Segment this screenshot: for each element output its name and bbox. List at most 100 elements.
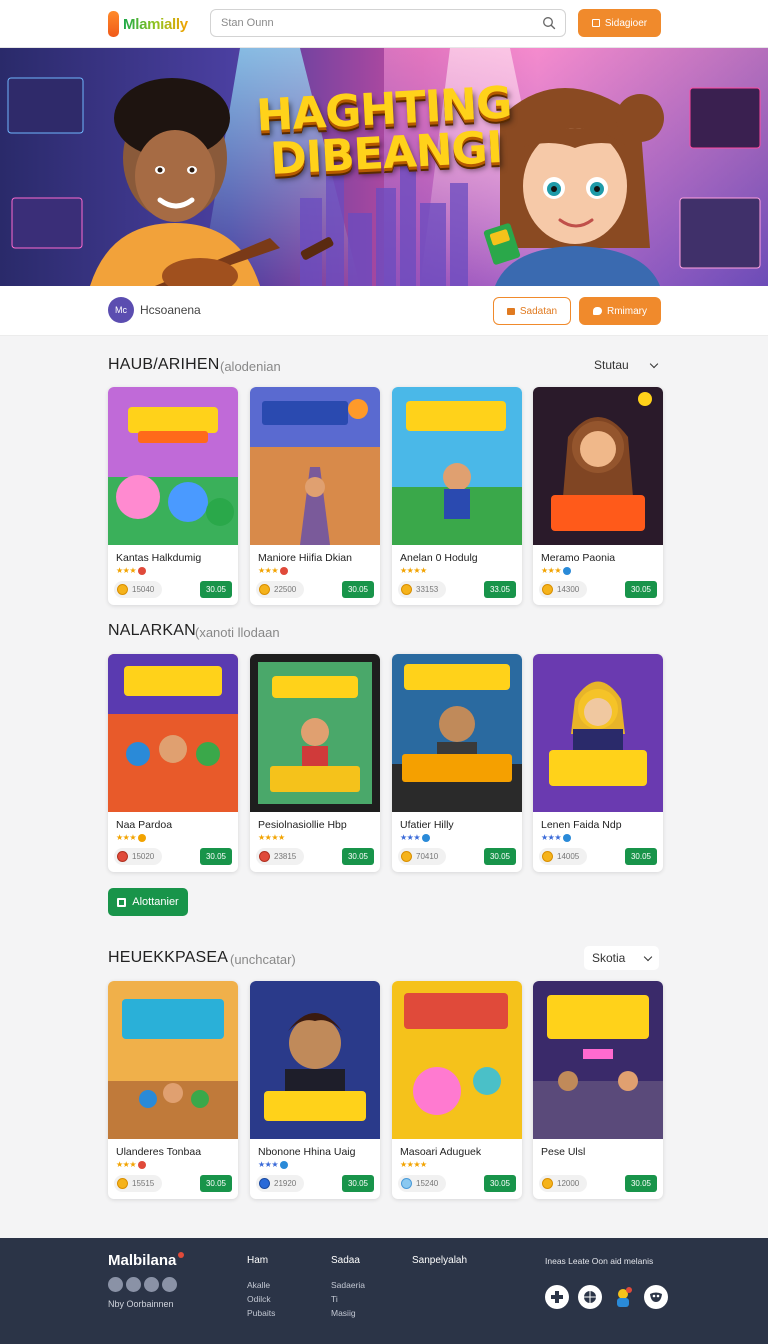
section-2-action-button[interactable]: Alottanier <box>108 888 188 916</box>
buy-button[interactable]: 30.05 <box>200 848 232 865</box>
footer-link[interactable]: Masiig <box>331 1306 365 1320</box>
outline-action-button[interactable]: Sadatan <box>493 297 571 325</box>
section-1-title: HAUB/ARIHEN <box>108 356 220 373</box>
game-card[interactable]: Anelan 0 Hodulg ★★★★ 33153 33.05 <box>392 387 522 605</box>
footer-link[interactable]: Pubaits <box>247 1306 275 1320</box>
game-card[interactable]: Pese Ulsl 12000 30.05 <box>533 981 663 1199</box>
section-3-sort-dropdown[interactable]: Skotia <box>584 946 660 970</box>
footer-link[interactable]: Akalle <box>247 1278 275 1292</box>
price-pill: 70410 <box>398 848 447 865</box>
hero-banner[interactable]: HAGHTING DIBEANGI <box>0 48 768 286</box>
game-card[interactable]: Kantas Halkdumig ★★★ 15040 30.05 <box>108 387 238 605</box>
buy-button[interactable]: 33.05 <box>484 581 516 598</box>
game-card[interactable]: Maniore Hiifia Dkian ★★★ 22500 30.05 <box>250 387 380 605</box>
rating-stars: ★★★ <box>116 566 147 575</box>
footer-column-2: Sadaa Sadaeria Ti Masiig <box>331 1255 365 1320</box>
game-card[interactable]: Lenen Faida Ndp ★★★ 14005 30.05 <box>533 654 663 872</box>
price-pill: 12000 <box>539 1175 588 1192</box>
primary-action-button[interactable]: Rmimary <box>579 297 661 325</box>
game-cover <box>392 981 522 1139</box>
brand-dot-icon <box>178 1252 185 1258</box>
footer-link[interactable]: Ti <box>331 1292 365 1306</box>
rating-stars: ★★★★ <box>400 566 427 575</box>
site-logo[interactable]: Mlamially <box>108 10 188 38</box>
price-pill: 23815 <box>256 848 305 865</box>
coin-icon <box>542 1178 553 1189</box>
footer-brand[interactable]: Malbilana <box>108 1252 185 1269</box>
game-card[interactable]: Naa Pardoa ★★★ 15020 30.05 <box>108 654 238 872</box>
top-navigation-bar: Mlamially Sidagioer <box>0 0 768 48</box>
section-1-sort-dropdown[interactable]: Stutau <box>594 358 658 372</box>
mask-icon[interactable] <box>644 1285 668 1309</box>
buy-button[interactable]: 30.05 <box>342 1175 374 1192</box>
footer-link[interactable]: Sadaeria <box>331 1278 365 1292</box>
search-box <box>210 9 566 37</box>
social-icon[interactable] <box>126 1277 141 1292</box>
hero-title: HAGHTING DIBEANGI <box>238 77 532 185</box>
price: 15020 <box>132 852 155 861</box>
buy-button[interactable]: 30.05 <box>625 1175 657 1192</box>
square-icon <box>506 307 515 315</box>
social-icon[interactable] <box>144 1277 159 1292</box>
coin-icon <box>401 851 412 862</box>
price-pill: 33153 <box>398 581 447 598</box>
game-title: Ufatier Hilly <box>400 819 454 831</box>
grid-icon[interactable] <box>578 1285 602 1309</box>
rating-stars: ★★★ <box>116 1160 147 1169</box>
price-pill: 15040 <box>114 581 163 598</box>
buy-button[interactable]: 30.05 <box>200 1175 232 1192</box>
sort-label: Skotia <box>592 951 626 965</box>
price-pill: 22500 <box>256 581 305 598</box>
social-icon[interactable] <box>162 1277 177 1292</box>
section-1-subtitle: (alodenian <box>220 359 281 374</box>
game-card[interactable]: Ulanderes Tonbaa ★★★ 15515 30.05 <box>108 981 238 1199</box>
game-title: Anelan 0 Hodulg <box>400 552 478 564</box>
buy-button[interactable]: 30.05 <box>342 848 374 865</box>
game-cover <box>533 654 663 812</box>
rating-stars: ★★★ <box>258 566 289 575</box>
rating-stars: ★★★ <box>400 833 431 842</box>
buy-button[interactable]: 30.05 <box>484 1175 516 1192</box>
game-card[interactable]: Nbonone Hhina Uaig ★★★ 21920 30.05 <box>250 981 380 1199</box>
character-icon[interactable] <box>611 1285 635 1309</box>
buy-button[interactable]: 30.05 <box>625 848 657 865</box>
coin-icon <box>259 851 270 862</box>
game-card[interactable]: Pesiolnasiollie Hbp ★★★★ 23815 30.05 <box>250 654 380 872</box>
price: 14300 <box>557 585 580 594</box>
game-title: Lenen Faida Ndp <box>541 819 622 831</box>
coin-icon <box>259 584 270 595</box>
coin-icon <box>542 851 553 862</box>
footer-link[interactable]: Odilck <box>247 1292 275 1306</box>
game-cover <box>250 387 380 545</box>
plus-icon[interactable] <box>545 1285 569 1309</box>
buy-button[interactable]: 30.05 <box>625 581 657 598</box>
coin-icon <box>117 584 128 595</box>
header-action-button[interactable]: Sidagioer <box>578 9 661 37</box>
footer-brand-text: Malbilana <box>108 1252 177 1269</box>
game-card[interactable]: Ufatier Hilly ★★★ 70410 30.05 <box>392 654 522 872</box>
avatar[interactable]: Mc <box>108 297 134 323</box>
primary-action-label: Rmimary <box>607 305 647 317</box>
game-card[interactable]: Meramo Paonia ★★★ 14300 30.05 <box>533 387 663 605</box>
search-icon[interactable] <box>542 16 556 30</box>
outline-action-label: Sadatan <box>519 305 558 317</box>
buy-button[interactable]: 30.05 <box>342 581 374 598</box>
footer-social-links <box>108 1277 177 1292</box>
coin-icon <box>401 1178 412 1189</box>
game-cover <box>108 387 238 545</box>
price: 33153 <box>416 585 439 594</box>
price: 21920 <box>274 1179 297 1188</box>
price: 23815 <box>274 852 297 861</box>
coin-icon <box>117 1178 128 1189</box>
badge-icon <box>563 566 572 575</box>
search-input[interactable] <box>211 10 521 36</box>
price-pill: 15240 <box>398 1175 447 1192</box>
profile-name[interactable]: Hcsoanena <box>140 303 201 317</box>
site-footer: Malbilana Nby Oorbainnen Ham Akalle Odil… <box>0 1238 768 1344</box>
buy-button[interactable]: 30.05 <box>200 581 232 598</box>
buy-button[interactable]: 30.05 <box>484 848 516 865</box>
game-cover <box>250 654 380 812</box>
game-card[interactable]: Masoari Aduguek ★★★★ 15240 30.05 <box>392 981 522 1199</box>
social-icon[interactable] <box>108 1277 123 1292</box>
price: 15040 <box>132 585 155 594</box>
